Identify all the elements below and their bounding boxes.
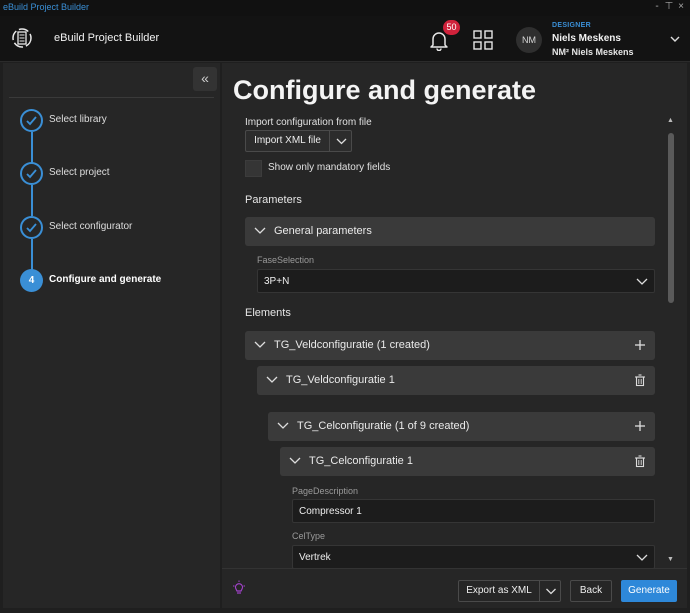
generate-button[interactable]: Generate <box>621 580 677 602</box>
check-icon <box>20 162 43 185</box>
fase-selection-value: 3P+N <box>264 276 290 287</box>
fase-selection-label: FaseSelection <box>257 255 315 265</box>
chevron-down-icon <box>254 341 266 348</box>
cel-type-value: Vertrek <box>299 552 331 563</box>
step-select-project[interactable]: Select project <box>49 167 110 178</box>
trash-icon[interactable] <box>633 373 647 387</box>
import-xml-split-button: Import XML file <box>245 130 352 152</box>
step-connector <box>31 185 33 216</box>
mandatory-fields-checkbox[interactable] <box>245 160 262 177</box>
step-number-badge: 4 <box>20 269 43 292</box>
user-organization: NM² Niels Meskens <box>552 47 634 57</box>
notification-badge: 50 <box>443 20 460 35</box>
user-name: Niels Meskens <box>552 33 621 44</box>
action-footer: Export as XML Back Generate <box>222 568 687 608</box>
add-icon[interactable] <box>633 338 647 352</box>
avatar[interactable]: NM <box>516 27 542 53</box>
chevron-down-icon <box>254 227 266 234</box>
elements-heading: Elements <box>245 307 291 319</box>
step-connector <box>31 132 33 163</box>
mandatory-fields-label: Show only mandatory fields <box>268 162 391 173</box>
chevron-down-icon <box>277 422 289 429</box>
page-title: Configure and generate <box>233 75 537 105</box>
page-description-label: PageDescription <box>292 486 359 496</box>
step-connector <box>31 239 33 270</box>
app-window: eBuild Project Builder - ⊤ × eBuild Proj… <box>0 0 690 613</box>
add-icon[interactable] <box>633 419 647 433</box>
check-icon <box>20 109 43 132</box>
general-parameters-panel[interactable]: General parameters <box>245 217 655 246</box>
configuration-form: Import configuration from file Import XM… <box>245 115 667 568</box>
veldconfiguratie-group[interactable]: TG_Veldconfiguratie (1 created) <box>245 331 655 360</box>
chevron-down-icon[interactable] <box>669 34 681 44</box>
chevron-down-icon <box>636 554 648 561</box>
page-description-field[interactable]: Compressor 1 <box>292 499 655 523</box>
scroll-down-arrow[interactable]: ▼ <box>667 556 674 563</box>
cel-type-label: CelType <box>292 531 326 541</box>
import-xml-button[interactable]: Import XML file <box>246 131 330 151</box>
app-header: eBuild Project Builder 50 NM DESIGNER Ni… <box>0 16 690 62</box>
steps-sidebar: « Select library Select project Select c… <box>3 63 220 608</box>
export-xml-split-button: Export as XML <box>458 580 561 602</box>
trash-icon[interactable] <box>633 454 647 468</box>
cel-type-dropdown[interactable]: Vertrek <box>292 545 655 568</box>
check-icon <box>20 216 43 239</box>
form-scrollbar[interactable]: ▲ ▼ <box>666 115 676 568</box>
celconfiguratie-item[interactable]: TG_Celconfiguratie 1 <box>280 447 655 476</box>
user-role: DESIGNER <box>552 22 591 29</box>
scroll-up-arrow[interactable]: ▲ <box>667 117 674 124</box>
back-button[interactable]: Back <box>570 580 612 602</box>
chevron-down-icon[interactable] <box>541 581 561 601</box>
export-xml-button[interactable]: Export as XML <box>459 581 540 601</box>
step-select-library[interactable]: Select library <box>49 114 107 125</box>
scrollbar-thumb[interactable] <box>668 133 674 303</box>
celconfiguratie-group-label: TG_Celconfiguratie (1 of 9 created) <box>297 420 470 432</box>
step-configure-generate[interactable]: Configure and generate <box>49 274 161 285</box>
chevron-down-icon <box>266 376 278 383</box>
import-label: Import configuration from file <box>245 117 372 128</box>
chevron-down-icon[interactable] <box>331 131 352 151</box>
page-description-value: Compressor 1 <box>299 506 362 517</box>
window-title: eBuild Project Builder <box>3 2 90 12</box>
celconfiguratie-group[interactable]: TG_Celconfiguratie (1 of 9 created) <box>268 412 655 441</box>
app-logo-icon <box>12 28 32 48</box>
close-button[interactable]: × <box>674 1 688 12</box>
parameters-heading: Parameters <box>245 194 302 206</box>
chevron-down-icon <box>289 457 301 464</box>
general-parameters-label: General parameters <box>274 225 372 237</box>
sidebar-divider <box>9 97 214 98</box>
lightbulb-icon[interactable] <box>232 580 246 596</box>
main-panel: Configure and generate Import configurat… <box>222 63 687 608</box>
step-select-configurator[interactable]: Select configurator <box>49 221 132 232</box>
apps-grid-icon[interactable] <box>473 30 493 50</box>
veldconfiguratie-item[interactable]: TG_Veldconfiguratie 1 <box>257 366 655 395</box>
collapse-sidebar-button[interactable]: « <box>193 67 217 91</box>
fase-selection-dropdown[interactable]: 3P+N <box>257 269 655 293</box>
app-name: eBuild Project Builder <box>54 32 160 44</box>
veldconfiguratie-item-label: TG_Veldconfiguratie 1 <box>286 374 395 386</box>
window-titlebar: eBuild Project Builder - ⊤ × <box>0 0 690 16</box>
veldconfiguratie-group-label: TG_Veldconfiguratie (1 created) <box>274 339 430 351</box>
chevron-down-icon <box>636 278 648 285</box>
celconfiguratie-item-label: TG_Celconfiguratie 1 <box>309 455 413 467</box>
